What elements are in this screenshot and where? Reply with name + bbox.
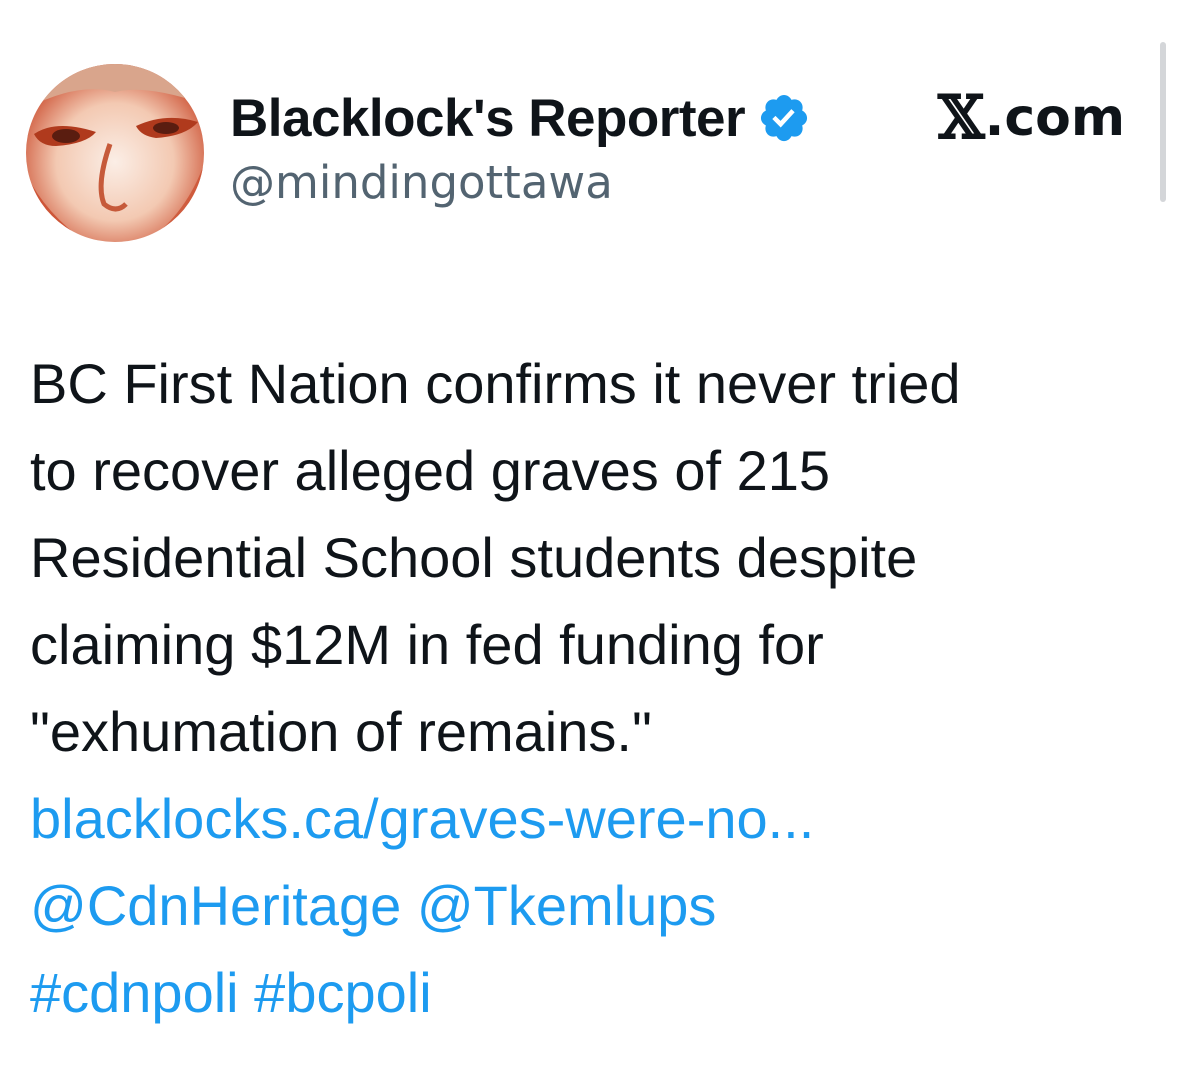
- tweet-text-line: BC First Nation confirms it never tried: [30, 352, 961, 415]
- tweet-text: BC First Nation confirms it never tried …: [30, 340, 1140, 1036]
- mention-tkemlups[interactable]: @Tkemlups: [417, 874, 717, 937]
- verified-badge-icon: [761, 94, 808, 142]
- hashtag-bcpoli[interactable]: #bcpoli: [254, 961, 431, 1024]
- mention-cdnheritage[interactable]: @CdnHeritage: [30, 874, 401, 937]
- brand-domain: .com: [984, 88, 1126, 148]
- hashtag-cdnpoli[interactable]: #cdnpoli: [30, 961, 239, 1024]
- tweet-text-line: to recover alleged graves of 215: [30, 439, 831, 502]
- tweet-text-line: claiming $12M in fed funding for: [30, 613, 824, 676]
- x-brand-label[interactable]: 𝕏 .com: [938, 82, 1125, 154]
- author-name-row: Blacklock's Reporter: [230, 82, 811, 154]
- tweet-text-line: Residential School students despite: [30, 526, 918, 589]
- author-display-name[interactable]: Blacklock's Reporter: [230, 88, 746, 149]
- scrollbar[interactable]: [1160, 42, 1166, 202]
- tweet-header: Blacklock's Reporter @mindingottawa: [230, 82, 811, 209]
- article-link[interactable]: blacklocks.ca/graves-were-no...: [30, 787, 814, 850]
- author-avatar[interactable]: [26, 64, 204, 242]
- tweet-text-line: "exhumation of remains.": [30, 700, 652, 763]
- mentions-line: @CdnHeritage @Tkemlups: [30, 862, 1140, 949]
- author-handle[interactable]: @mindingottawa: [230, 156, 811, 209]
- x-logo-icon: 𝕏: [938, 83, 985, 153]
- tweet-link-line: blacklocks.ca/graves-were-no...: [30, 775, 1140, 862]
- hashtags-line: #cdnpoli #bcpoli: [30, 949, 1140, 1036]
- profile-photo-icon: [26, 64, 204, 242]
